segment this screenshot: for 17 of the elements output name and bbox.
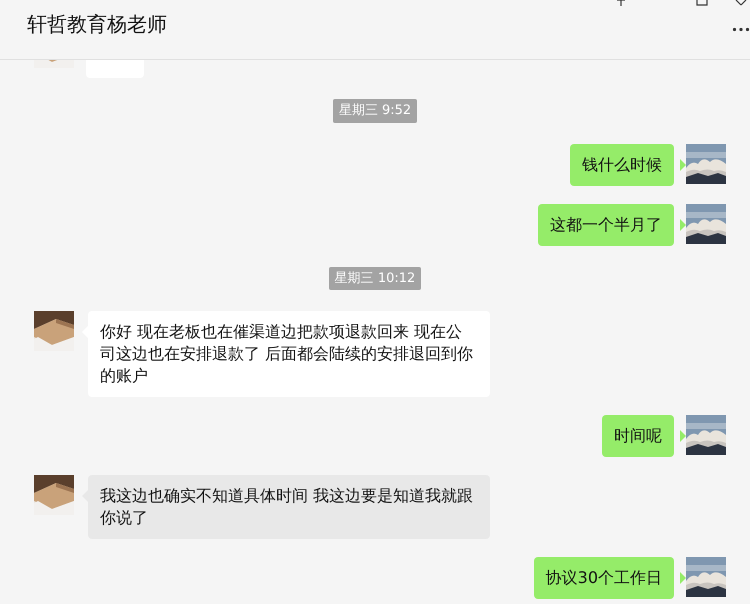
more-icon[interactable] bbox=[732, 27, 750, 32]
close-icon[interactable] bbox=[735, 0, 747, 6]
message-bubble: 钱什么时候 bbox=[570, 144, 674, 186]
window-title: 轩哲教育杨老师 bbox=[27, 11, 167, 38]
message-bubble: 你好 现在老板也在催渠道边把款项退款回来 现在公司这边也在安排退款了 后面都会陆续的安排退回到你的账户 bbox=[88, 311, 490, 397]
bubble-tail bbox=[680, 572, 686, 584]
message-bubble: 协议30个工作日 bbox=[534, 557, 674, 599]
timestamp: 星期三 9:52 bbox=[332, 99, 418, 122]
pin-icon[interactable] bbox=[615, 0, 627, 6]
timestamp: 星期三 10:12 bbox=[328, 266, 422, 290]
message-bubble: 我这边也确实不知道具体时间 我这边要是知道我就跟你说了 bbox=[88, 475, 490, 539]
message-bubble: 时间呢 bbox=[602, 415, 674, 457]
maximize-icon[interactable] bbox=[696, 0, 708, 6]
bubble-tail bbox=[680, 218, 686, 230]
bubble-tail bbox=[680, 158, 686, 170]
bubble-tail bbox=[680, 430, 686, 442]
message-bubble: 这都一个半月了 bbox=[538, 204, 674, 246]
